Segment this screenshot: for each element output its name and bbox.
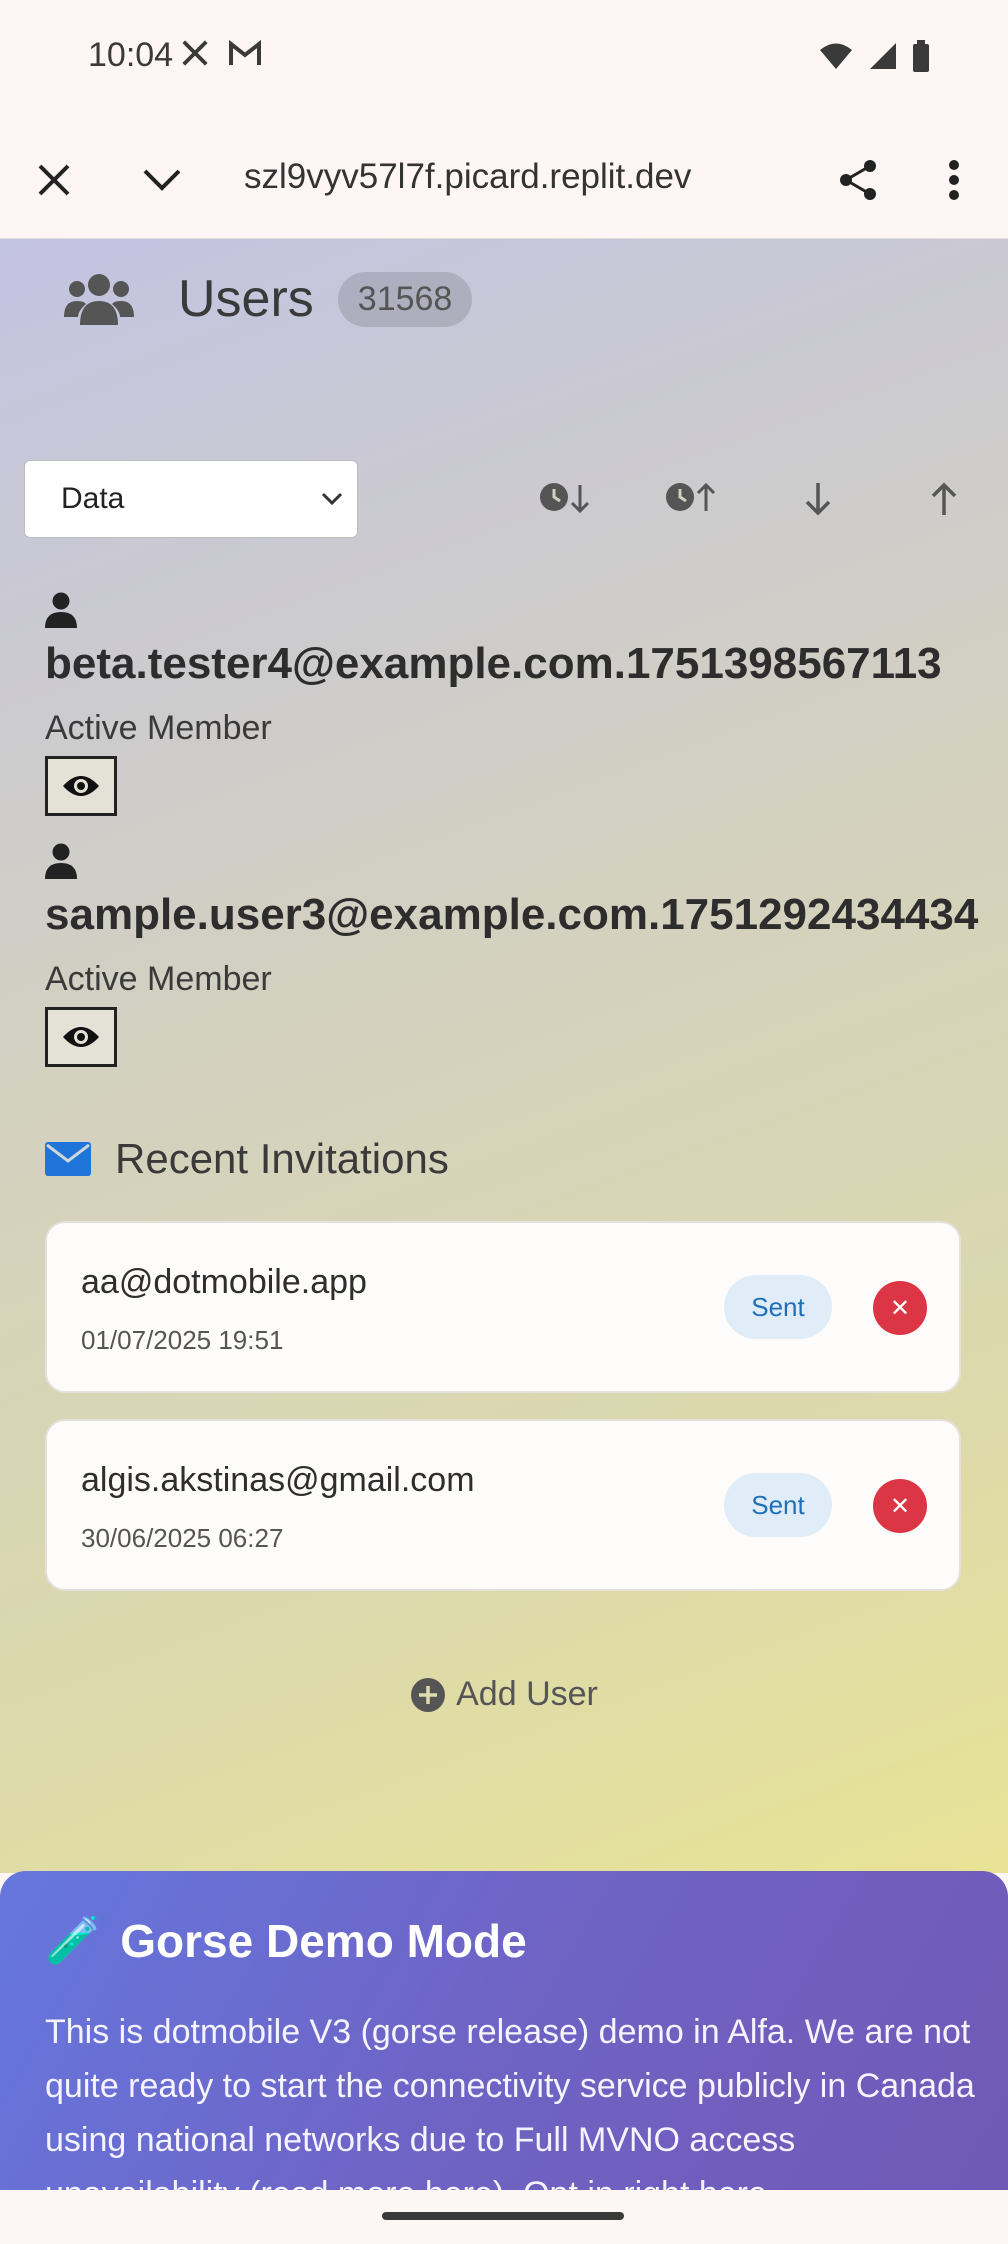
invitation-email: aa@dotmobile.app bbox=[81, 1263, 367, 1301]
eye-icon bbox=[63, 1027, 99, 1047]
system-nav-bar bbox=[0, 2190, 1008, 2244]
user-list-item: sample.user3@example.com.1751292434434 A… bbox=[45, 843, 978, 1067]
home-gesture-pill[interactable] bbox=[382, 2212, 624, 2220]
chevron-down-icon bbox=[143, 169, 181, 191]
test-tube-icon: 🧪 bbox=[45, 1914, 103, 1966]
view-user-button[interactable] bbox=[45, 756, 117, 816]
user-role: Active Member bbox=[45, 709, 272, 747]
invitation-date: 30/06/2025 06:27 bbox=[81, 1523, 284, 1553]
status-badge: Sent bbox=[724, 1275, 832, 1339]
banner-title-text: Gorse Demo Mode bbox=[120, 1914, 527, 1967]
invitation-date: 01/07/2025 19:51 bbox=[81, 1325, 284, 1355]
filter-select-value: Data bbox=[61, 482, 125, 515]
delete-invitation-button[interactable]: ✕ bbox=[873, 1479, 927, 1533]
page-title: Users bbox=[178, 270, 314, 328]
delete-invitation-button[interactable]: ✕ bbox=[873, 1281, 927, 1335]
chevron-down-icon bbox=[321, 492, 343, 506]
users-header: Users 31568 bbox=[64, 269, 473, 329]
add-user-label: Add User bbox=[456, 1675, 598, 1713]
demo-mode-banner: 🧪 Gorse Demo Mode This is dotmobile V3 (… bbox=[0, 1871, 1008, 2191]
more-vert-icon bbox=[949, 160, 959, 200]
share-button[interactable] bbox=[828, 150, 888, 210]
invitation-email: algis.akstinas@gmail.com bbox=[81, 1461, 475, 1499]
minimize-button[interactable] bbox=[132, 150, 192, 210]
view-user-button[interactable] bbox=[45, 1007, 117, 1067]
url-field[interactable]: szl9vyv57l7f.picard.replit.dev bbox=[244, 152, 704, 202]
plus-circle-icon bbox=[411, 1677, 446, 1712]
battery-icon bbox=[912, 40, 930, 77]
section-title: Recent Invitations bbox=[115, 1135, 449, 1182]
invitation-card: aa@dotmobile.app 01/07/2025 19:51 Sent ✕ bbox=[45, 1221, 961, 1393]
share-icon bbox=[840, 160, 876, 200]
user-count-badge: 31568 bbox=[337, 271, 473, 327]
envelope-icon bbox=[45, 1142, 91, 1176]
user-list-item: beta.tester4@example.com.1751398567113 A… bbox=[45, 592, 942, 816]
user-email: beta.tester4@example.com.1751398567113 bbox=[45, 639, 942, 688]
signal-icon bbox=[868, 41, 898, 76]
user-email: sample.user3@example.com.1751292434434 bbox=[45, 890, 979, 939]
sort-date-asc-button[interactable] bbox=[662, 471, 722, 527]
status-bar: 10:04 bbox=[0, 0, 1008, 114]
users-page: Users 31568 Data beta.tester4@example.co… bbox=[0, 239, 1008, 1873]
add-user-button[interactable]: Add User bbox=[0, 1675, 1008, 1714]
close-tab-button[interactable] bbox=[24, 150, 84, 210]
clock-sort-up-icon bbox=[666, 482, 716, 511]
wifi-icon bbox=[818, 41, 854, 76]
banner-text: This is dotmobile V3 (gorse release) dem… bbox=[45, 2013, 975, 2191]
gmail-icon bbox=[228, 39, 262, 73]
clock-sort-down-icon bbox=[540, 483, 590, 514]
sort-desc-button[interactable] bbox=[788, 471, 848, 527]
user-role: Active Member bbox=[45, 960, 272, 998]
status-badge: Sent bbox=[724, 1473, 832, 1537]
eye-icon bbox=[63, 776, 99, 796]
invitation-card: algis.akstinas@gmail.com 30/06/2025 06:2… bbox=[45, 1419, 961, 1591]
arrow-up-icon bbox=[931, 482, 957, 515]
status-time: 10:04 bbox=[88, 36, 174, 74]
x-logo-icon bbox=[180, 38, 210, 77]
banner-title: 🧪 Gorse Demo Mode bbox=[45, 1913, 527, 1968]
user-icon bbox=[45, 592, 77, 628]
recent-invitations-header: Recent Invitations bbox=[45, 1135, 449, 1183]
close-icon bbox=[38, 164, 70, 196]
more-options-button[interactable] bbox=[924, 150, 984, 210]
sort-date-desc-button[interactable] bbox=[536, 471, 596, 527]
users-icon bbox=[64, 274, 134, 325]
filter-select[interactable]: Data bbox=[24, 460, 358, 538]
arrow-down-icon bbox=[805, 483, 831, 516]
sort-asc-button[interactable] bbox=[914, 471, 974, 527]
user-icon bbox=[45, 843, 77, 879]
browser-toolbar: szl9vyv57l7f.picard.replit.dev bbox=[0, 114, 1008, 239]
